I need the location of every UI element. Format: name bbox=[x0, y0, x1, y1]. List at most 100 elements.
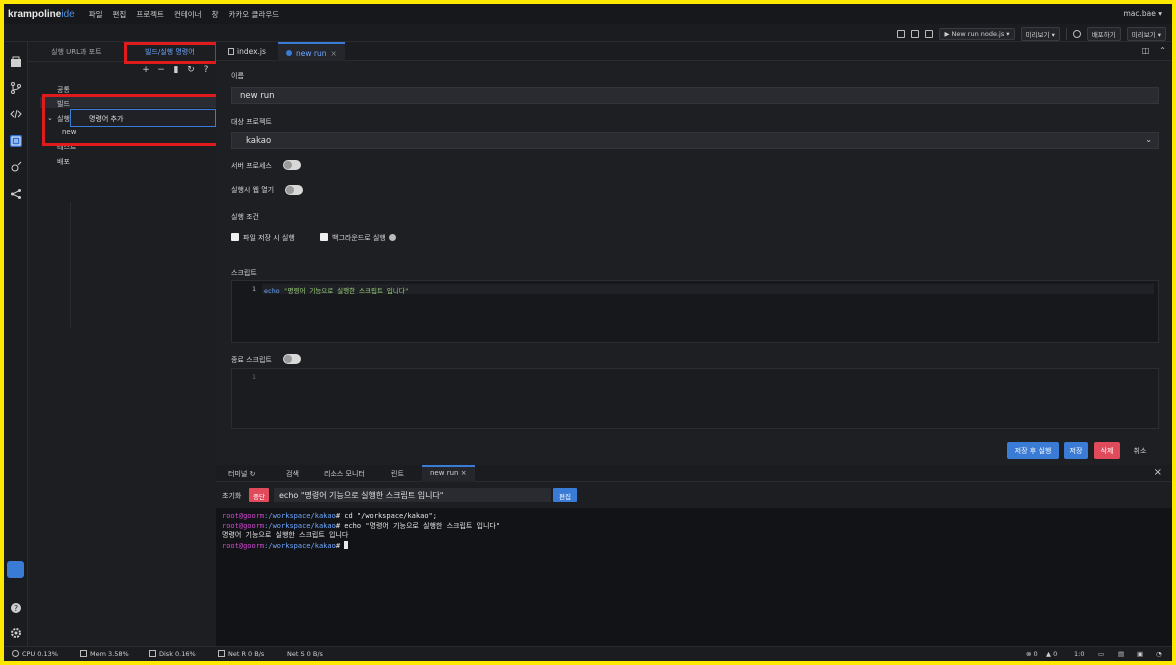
menu-edit[interactable]: 편집 bbox=[113, 9, 127, 20]
name-input[interactable]: new run bbox=[231, 87, 1159, 104]
tab-lint[interactable]: 린트 bbox=[391, 469, 404, 479]
chevron-down-icon: ⌄ bbox=[1145, 135, 1152, 144]
build-icon[interactable] bbox=[925, 30, 934, 38]
tab-new-run[interactable]: new run × bbox=[278, 42, 345, 61]
code-line: 1 bbox=[232, 372, 1158, 382]
menu-container[interactable]: 컨테이너 bbox=[174, 9, 202, 20]
file-icon bbox=[228, 48, 234, 55]
script-editor[interactable]: 1 echo "명령어 기능으로 실행한 스크립트 입니다" bbox=[231, 280, 1159, 343]
line-number: 1 bbox=[252, 373, 256, 381]
activity-bar: ? bbox=[4, 42, 28, 646]
end-script-editor[interactable]: 1 bbox=[231, 368, 1159, 429]
user-menu[interactable]: mac.bae ▾ bbox=[1123, 9, 1162, 18]
fullscreen-icon[interactable] bbox=[7, 561, 24, 578]
status-errors[interactable]: ⊗ 0 bbox=[1026, 650, 1038, 658]
highlight-box-tab bbox=[124, 42, 218, 64]
preview-button[interactable]: 미리보기 ▾ bbox=[1020, 27, 1060, 41]
status-warnings[interactable]: ▲ 0 bbox=[1046, 650, 1057, 658]
tab-terminal[interactable]: 터미널 ↻ bbox=[228, 469, 255, 479]
tab-resource-monitor[interactable]: 리소스 모니터 bbox=[324, 469, 365, 479]
share-icon[interactable] bbox=[10, 188, 22, 200]
status-net-r: Net R 0 B/s bbox=[218, 650, 264, 658]
code-icon[interactable] bbox=[10, 108, 22, 120]
layout-icon[interactable]: ▭ bbox=[1098, 650, 1104, 658]
status-cpu: CPU 0.13% bbox=[12, 650, 58, 658]
command-input[interactable]: echo "명령어 기능으로 실행한 스크립트 입니다" bbox=[274, 488, 551, 502]
collapse-icon[interactable]: ⌃ bbox=[1159, 46, 1166, 55]
open-web-toggle[interactable] bbox=[285, 185, 303, 195]
end-script-toggle[interactable] bbox=[283, 354, 301, 364]
side-panel-toolbar: + − ▮ ↻ ? bbox=[142, 66, 210, 75]
menu-project[interactable]: 프로젝트 bbox=[136, 9, 164, 20]
run-commands-panel: 실행 URL과 포트 빌드/실행 명령어 + − ▮ ↻ ? 공통 빌드 ⌄ 실… bbox=[28, 42, 230, 646]
run-background-label: 백그라운드로 실행 bbox=[332, 233, 396, 243]
terminal-cursor bbox=[344, 540, 349, 549]
help-circle-icon[interactable]: ? bbox=[202, 66, 210, 75]
status-bar: CPU 0.13% Mem 3.58% Disk 0.16% Net R 0 B… bbox=[4, 646, 1172, 661]
run-on-save-label: 파일 저장 시 실행 bbox=[243, 234, 295, 242]
menu-window[interactable]: 창 bbox=[212, 9, 219, 20]
plugin-icon[interactable] bbox=[10, 161, 22, 173]
tab-run-url-ports[interactable]: 실행 URL과 포트 bbox=[51, 47, 102, 57]
target-project-select[interactable]: kakao ⌄ bbox=[231, 132, 1159, 149]
close-tab-icon[interactable]: × bbox=[461, 469, 467, 477]
project-explorer-icon[interactable] bbox=[10, 56, 22, 68]
server-process-toggle[interactable] bbox=[283, 160, 301, 170]
save-and-run-button[interactable]: 저장 후 실행 bbox=[1007, 442, 1059, 459]
close-panel-icon[interactable]: × bbox=[1154, 467, 1162, 478]
add-icon[interactable]: + bbox=[142, 66, 150, 75]
copy-icon[interactable]: ▮ bbox=[172, 66, 180, 75]
settings-gear-icon[interactable] bbox=[10, 627, 22, 639]
edit-button[interactable]: 편집 bbox=[553, 488, 577, 502]
run-on-save-checkbox[interactable] bbox=[231, 233, 239, 241]
run-config-button[interactable]: ▶ New run node.js ▾ bbox=[939, 28, 1015, 40]
panel-guide-line bbox=[70, 202, 71, 327]
editor-tabs: index.js new run × ◫ ⌃ bbox=[216, 42, 1172, 61]
split-editor-icon[interactable]: ◫ bbox=[1142, 46, 1150, 55]
status-disk: Disk 0.16% bbox=[149, 650, 196, 658]
toolbar: ▶ New run node.js ▾ 미리보기 ▾ 배포하기 미리보기 ▾ bbox=[4, 24, 1172, 42]
git-branch-icon[interactable] bbox=[10, 82, 22, 94]
code-line: 1 echo "명령어 기능으로 실행한 스크립트 입니다" bbox=[232, 284, 1158, 295]
deploy-button[interactable]: 배포하기 bbox=[1086, 27, 1121, 41]
stop-button[interactable]: 중단 bbox=[249, 488, 269, 502]
chat-icon[interactable]: ▤ bbox=[1118, 650, 1124, 658]
terminal-output[interactable]: root@goorm:/workspace/kakao# cd "/worksp… bbox=[222, 512, 500, 551]
info-icon[interactable] bbox=[388, 234, 396, 241]
tab-new-run-terminal[interactable]: new run × bbox=[422, 465, 475, 482]
tab-search[interactable]: 검색 bbox=[286, 469, 299, 479]
refresh-icon[interactable]: ↻ bbox=[250, 470, 256, 478]
toolbar-divider bbox=[1065, 28, 1067, 40]
reset-button[interactable]: 초기화 bbox=[222, 491, 241, 501]
tree-item-deploy[interactable]: 배포 bbox=[57, 157, 70, 167]
panel-icon[interactable]: ▣ bbox=[1137, 650, 1143, 658]
help-icon[interactable]: ? bbox=[10, 602, 22, 614]
menu-file[interactable]: 파일 bbox=[89, 9, 103, 20]
highlight-box-tree bbox=[42, 94, 230, 146]
memory-icon bbox=[80, 650, 87, 657]
code-content: echo "명령어 기능으로 실행한 스크립트 입니다" bbox=[264, 287, 409, 295]
run-background-checkbox[interactable] bbox=[320, 233, 328, 241]
remove-icon[interactable]: − bbox=[157, 66, 165, 75]
menu-kakao-cloud[interactable]: 카카오 클라우드 bbox=[228, 9, 279, 20]
save-button[interactable]: 저장 bbox=[1064, 442, 1088, 459]
command-bar: 초기화 중단 echo "명령어 기능으로 실행한 스크립트 입니다" 편집 bbox=[216, 482, 1172, 508]
globe-icon[interactable] bbox=[1072, 30, 1081, 38]
editor-tools: ◫ ⌃ bbox=[1142, 46, 1166, 55]
name-label: 이름 bbox=[231, 72, 244, 80]
terminal-tabs: 터미널 ↻ 검색 리소스 모니터 린트 new run × × bbox=[216, 465, 1172, 482]
status-net-s: Net S 0 B/s bbox=[287, 650, 323, 658]
preview2-button[interactable]: 미리보기 ▾ bbox=[1126, 27, 1166, 41]
warning-icon: ▲ bbox=[1046, 650, 1051, 658]
save-icon[interactable] bbox=[897, 30, 906, 38]
delete-button[interactable]: 삭제 bbox=[1094, 442, 1120, 459]
app-logo[interactable]: krampolineide bbox=[8, 9, 75, 20]
notification-icon[interactable]: ◔ bbox=[1156, 650, 1162, 658]
cancel-button[interactable]: 취소 bbox=[1126, 442, 1154, 459]
run-commands-icon[interactable] bbox=[10, 135, 22, 147]
close-tab-icon[interactable]: × bbox=[330, 49, 336, 58]
refresh-icon[interactable]: ↻ bbox=[187, 66, 195, 75]
tab-index-js[interactable]: index.js bbox=[220, 42, 274, 61]
save-all-icon[interactable] bbox=[911, 30, 920, 38]
ide-window: krampolineide 파일 편집 프로젝트 컨테이너 창 카카오 클라우드… bbox=[4, 4, 1172, 661]
